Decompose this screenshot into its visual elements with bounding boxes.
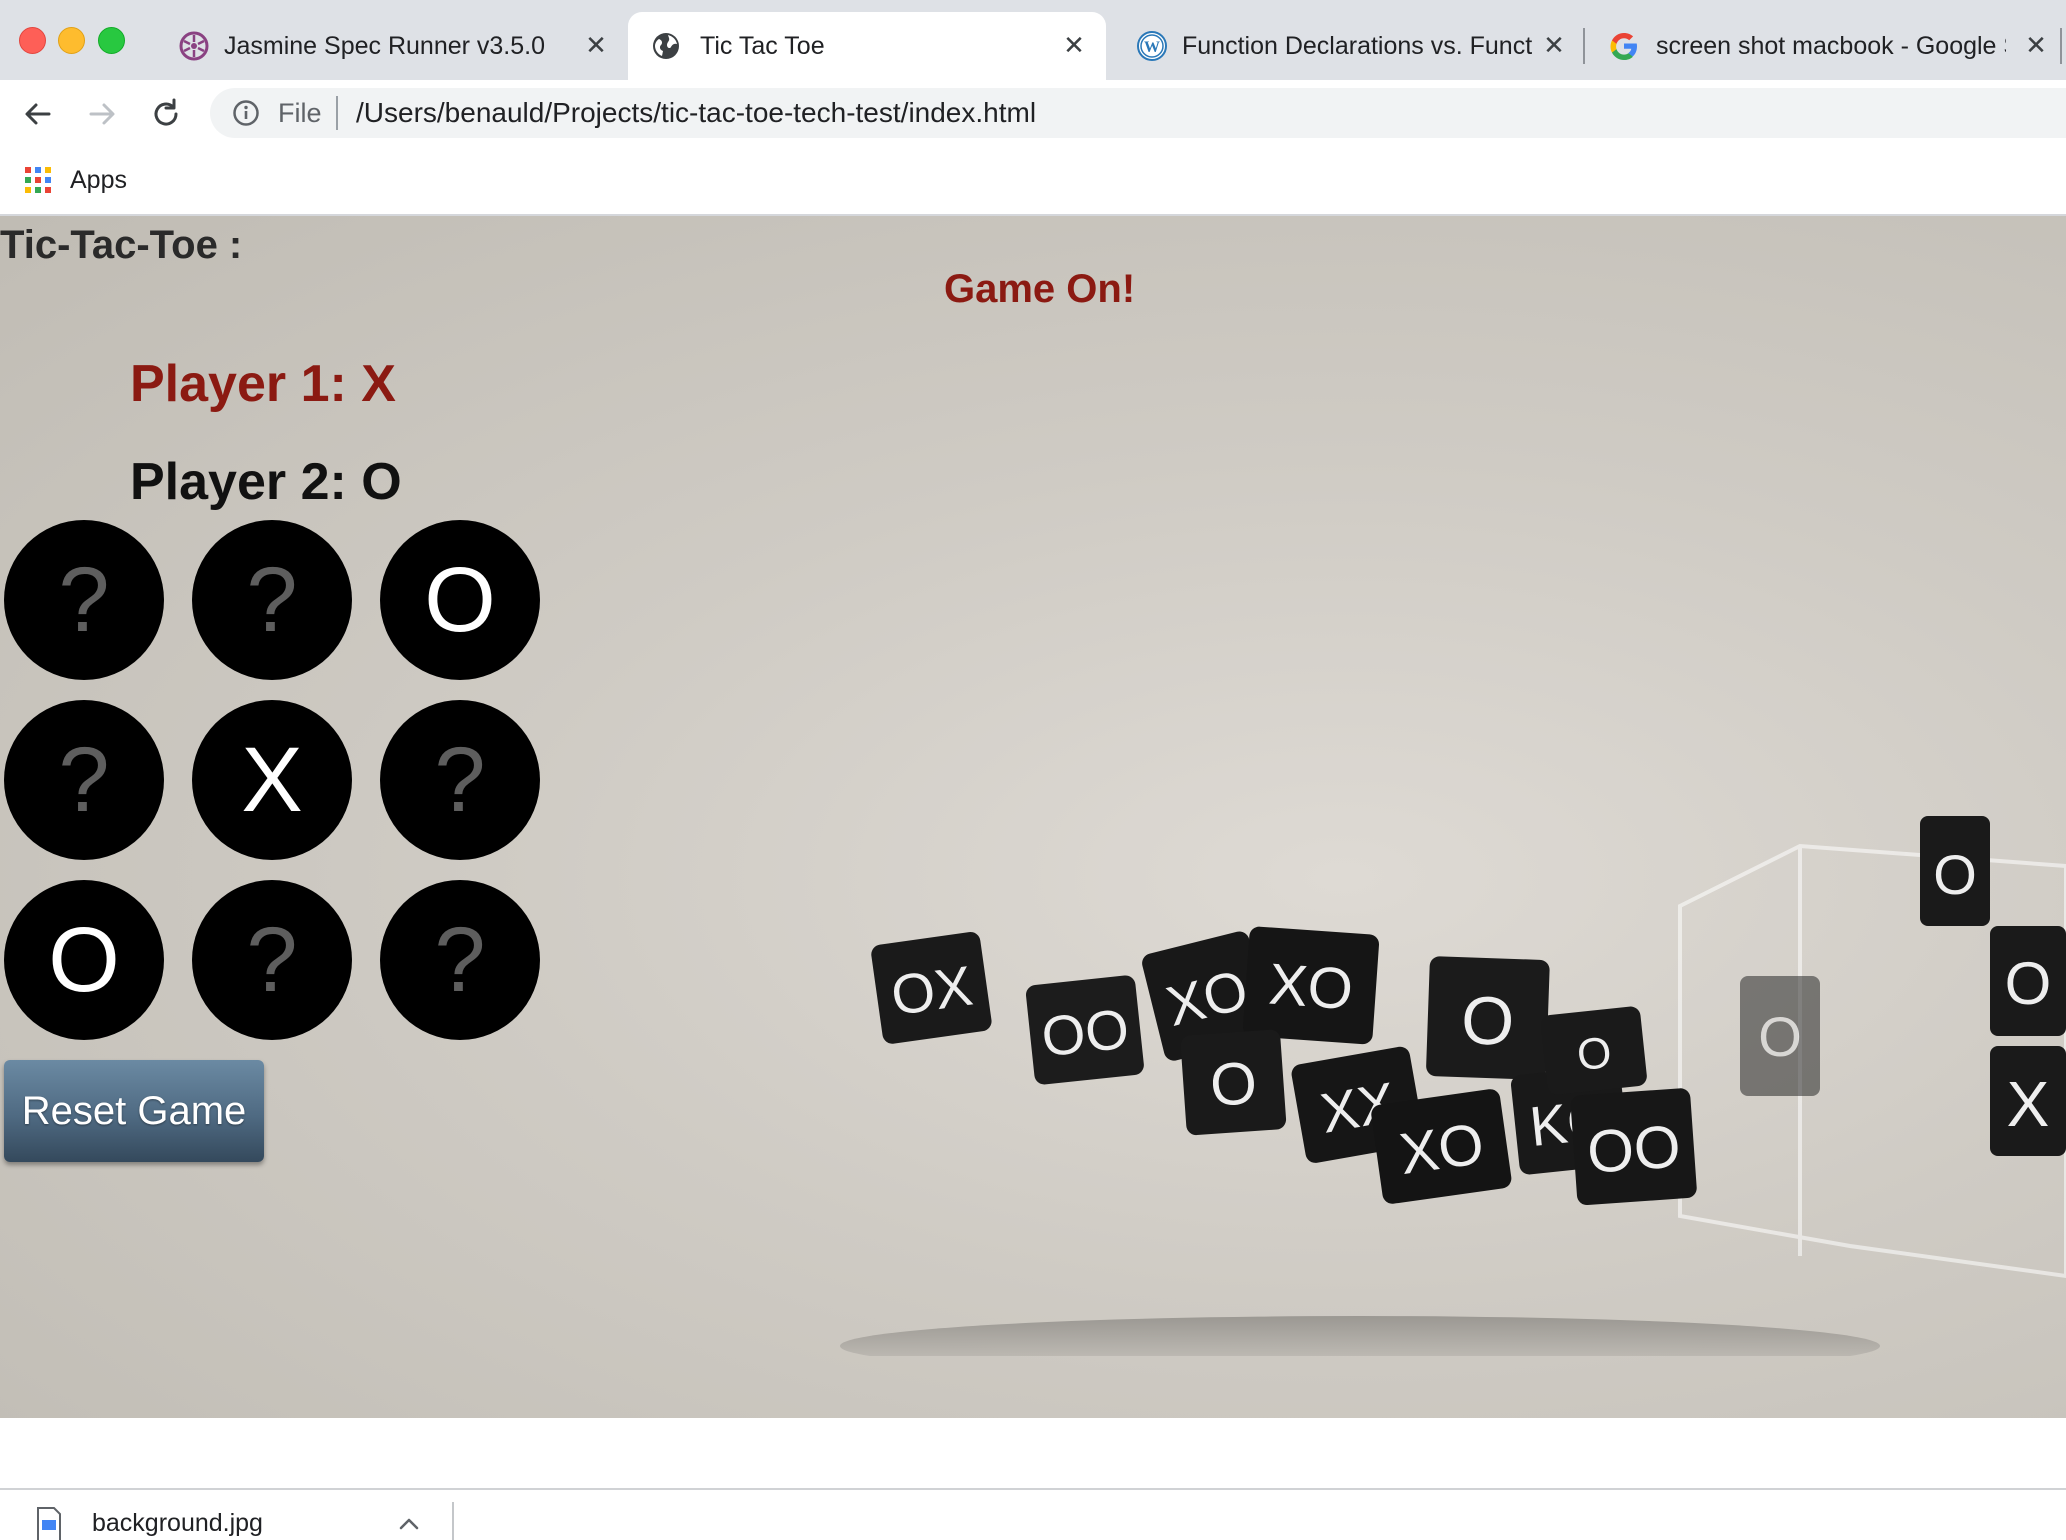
page-viewport: OX OO XO XO O XX O XO KO OO O O O O X Ti…: [0, 216, 2066, 1418]
tab-title: Function Declarations vs. Function: [1182, 32, 1532, 60]
svg-text:XO: XO: [1396, 1111, 1488, 1187]
board-cell-1[interactable]: ?: [4, 520, 164, 680]
window-zoom-button[interactable]: [98, 27, 125, 54]
board-cell-9[interactable]: ?: [380, 880, 540, 1040]
back-arrow-icon[interactable]: [18, 94, 58, 134]
reset-game-button[interactable]: Reset Game: [4, 1060, 264, 1162]
svg-text:OO: OO: [1585, 1113, 1683, 1186]
close-icon[interactable]: ✕: [2020, 30, 2052, 62]
svg-text:O: O: [1758, 1005, 1802, 1068]
tab-tic-tac-toe[interactable]: Tic Tac Toe ✕: [628, 12, 1106, 80]
download-shelf: background.jpg: [0, 1488, 2066, 1540]
bookmarks-bar: Apps: [0, 144, 2066, 216]
shelf-separator: [452, 1502, 454, 1540]
address-bar[interactable]: File /Users/benauld/Projects/tic-tac-toe…: [210, 88, 2066, 138]
chevron-up-icon[interactable]: [398, 1514, 420, 1534]
window-close-button[interactable]: [19, 27, 46, 54]
svg-text:OX: OX: [887, 954, 976, 1028]
board-cell-3[interactable]: O: [380, 520, 540, 680]
svg-text:XO: XO: [1267, 952, 1355, 1023]
player-2-label: Player 2: O: [130, 453, 402, 511]
page-title: Tic-Tac-Toe :: [0, 223, 243, 267]
tab-jasmine[interactable]: Jasmine Spec Runner v3.5.0 ✕: [150, 12, 620, 80]
board-cell-7[interactable]: O: [4, 880, 164, 1040]
apps-grid-icon[interactable]: [24, 166, 52, 194]
bookmark-apps[interactable]: Apps: [70, 166, 127, 194]
url-text[interactable]: /Users/benauld/Projects/tic-tac-toe-tech…: [356, 98, 1036, 128]
board-cell-5[interactable]: X: [192, 700, 352, 860]
url-scheme: File: [278, 98, 322, 128]
info-icon[interactable]: [232, 99, 260, 127]
dice-background-image: OX OO XO XO O XX O XO KO OO O O O O X: [840, 816, 2066, 1356]
close-icon[interactable]: ✕: [580, 30, 612, 62]
tab-title: Tic Tac Toe: [700, 32, 825, 60]
jasmine-icon: [179, 31, 209, 61]
dice-cluster: OX OO XO XO O XX O XO KO OO O O O O X: [871, 816, 2066, 1206]
wordpress-icon: W: [1137, 31, 1167, 61]
svg-text:O: O: [2005, 950, 2052, 1017]
board-cell-6[interactable]: ?: [380, 700, 540, 860]
board-cell-8[interactable]: ?: [192, 880, 352, 1040]
svg-text:O: O: [1208, 1049, 1259, 1119]
tab-separator: [2060, 28, 2062, 64]
globe-icon: [653, 33, 679, 59]
close-icon[interactable]: ✕: [1058, 30, 1090, 62]
image-file-icon: [37, 1507, 61, 1540]
address-separator: [336, 96, 338, 130]
board-cell-2[interactable]: ?: [192, 520, 352, 680]
svg-text:O: O: [1933, 843, 1977, 906]
svg-text:OO: OO: [1039, 997, 1132, 1069]
tab-function-declarations[interactable]: W Function Declarations vs. Function ✕: [1108, 12, 1588, 80]
browser-toolbar: File /Users/benauld/Projects/tic-tac-toe…: [0, 80, 2066, 144]
window-minimize-button[interactable]: [58, 27, 85, 54]
forward-arrow-icon[interactable]: [82, 94, 122, 134]
reload-icon[interactable]: [146, 94, 186, 134]
game-board: ? ? O ? X ? O ? ?: [4, 520, 544, 1060]
close-icon[interactable]: ✕: [1538, 30, 1570, 62]
tab-separator: [1583, 28, 1585, 64]
tab-google-search[interactable]: screen shot macbook - Google S ✕: [1590, 12, 2060, 80]
svg-text:O: O: [1575, 1028, 1614, 1080]
player-1-label: Player 1: X: [130, 355, 396, 413]
svg-text:O: O: [1460, 982, 1516, 1060]
svg-text:W: W: [1144, 39, 1160, 56]
game-status: Game On!: [944, 267, 1136, 311]
google-icon: [1610, 33, 1637, 60]
board-cell-4[interactable]: ?: [4, 700, 164, 860]
tab-strip: Jasmine Spec Runner v3.5.0 ✕ Tic Tac Toe…: [0, 0, 2066, 80]
svg-text:X: X: [2007, 1068, 2050, 1140]
download-filename[interactable]: background.jpg: [92, 1508, 263, 1538]
tab-title: screen shot macbook - Google S: [1656, 32, 2006, 60]
tab-title: Jasmine Spec Runner v3.5.0: [224, 32, 546, 60]
